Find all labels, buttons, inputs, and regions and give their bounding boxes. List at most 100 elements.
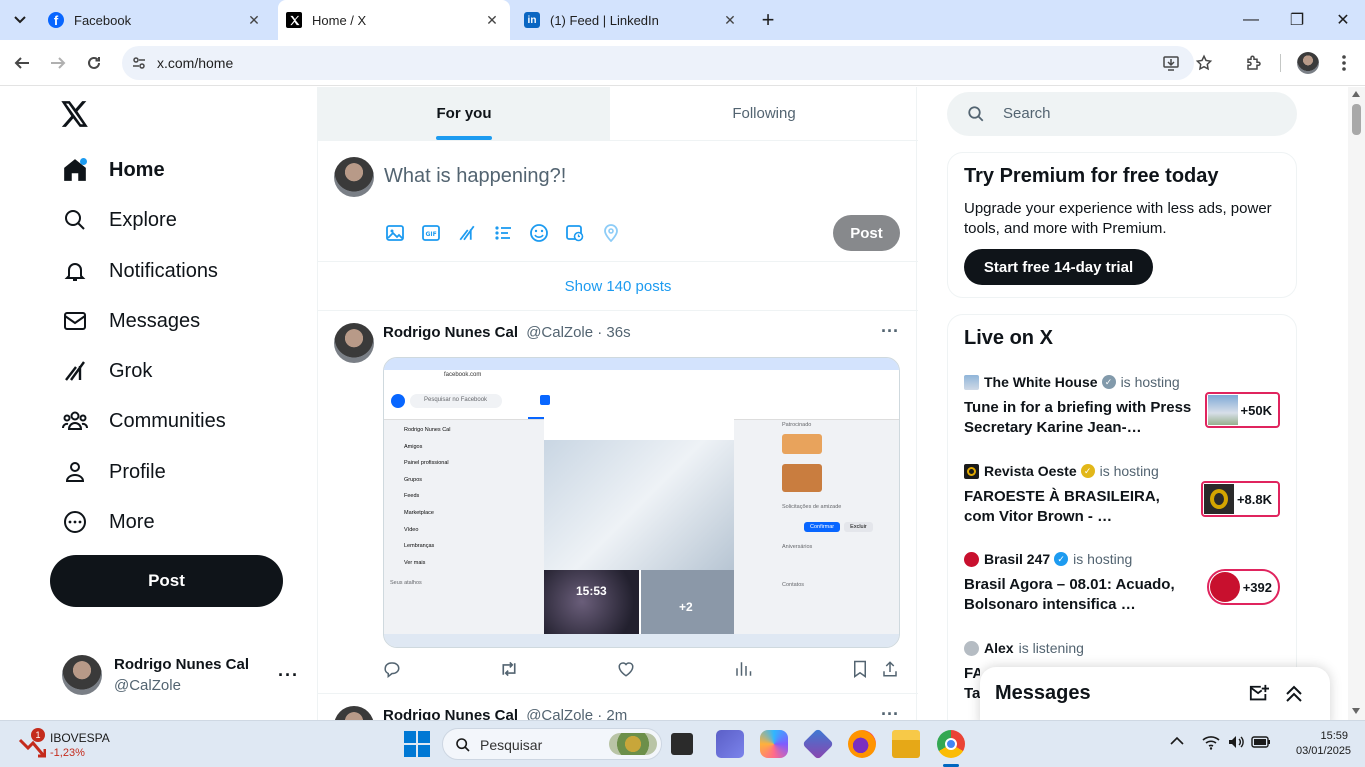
avatar[interactable] — [334, 706, 374, 720]
tweet[interactable]: Rodrigo Nunes Cal @CalZole · 2m ··· — [318, 694, 918, 720]
nav-explore[interactable]: Explore — [60, 200, 177, 240]
scrollbar-thumb[interactable] — [1352, 104, 1361, 135]
brasil247-avatar — [964, 551, 979, 567]
back-button[interactable] — [7, 48, 37, 78]
nav-home[interactable]: Home — [60, 150, 165, 190]
copilot-app-icon[interactable] — [802, 728, 834, 760]
tab-for-you[interactable]: For you — [318, 87, 610, 140]
bookmark-star-button[interactable] — [1189, 48, 1219, 78]
tweet-media-screenshot[interactable]: facebook.com Pesquisar no Facebook Rodri… — [383, 357, 900, 648]
file-explorer-icon[interactable] — [892, 730, 920, 758]
nav-notifications[interactable]: Notifications — [60, 251, 218, 291]
copilot-icon[interactable] — [760, 730, 788, 758]
repost-icon[interactable] — [498, 658, 520, 680]
tweet[interactable]: Rodrigo Nunes Cal @CalZole · 36s ··· fac… — [318, 311, 918, 693]
avatar[interactable] — [334, 323, 374, 363]
new-message-icon[interactable] — [1248, 684, 1270, 704]
task-view-icon[interactable] — [671, 733, 693, 755]
media-icon[interactable] — [384, 222, 406, 244]
taskbar-search[interactable]: Pesquisar — [442, 728, 662, 760]
close-icon[interactable]: ✕ — [246, 12, 262, 28]
nav-messages[interactable]: Messages — [60, 301, 200, 341]
verified-badge-icon: ✓ — [1101, 375, 1116, 389]
firefox-icon[interactable] — [848, 730, 876, 758]
reload-button[interactable] — [79, 48, 109, 78]
listener-count: +392 — [1242, 579, 1272, 595]
share-icon[interactable] — [879, 658, 901, 680]
address-bar[interactable]: x.com/home — [122, 46, 1194, 80]
nav-grok[interactable]: Grok — [60, 351, 152, 391]
nav-more[interactable]: More — [60, 502, 155, 542]
embedded-sidebar-item: Vídeo — [404, 526, 419, 533]
chrome-icon[interactable] — [937, 730, 965, 758]
close-icon[interactable]: ✕ — [722, 12, 738, 28]
battery-icon[interactable] — [1251, 735, 1271, 749]
listener-count-badge: +392 — [1206, 569, 1280, 605]
show-new-posts[interactable]: Show 140 posts — [318, 262, 918, 310]
close-icon[interactable]: ✕ — [484, 12, 500, 28]
embedded-addressbar: facebook.com — [384, 370, 899, 384]
forward-button[interactable] — [43, 48, 73, 78]
more-dots-icon[interactable]: ··· — [881, 321, 899, 342]
tab-following[interactable]: Following — [610, 87, 918, 140]
new-tab-button[interactable]: + — [756, 7, 780, 32]
live-item[interactable]: Brasil 247 ✓ is hosting Brasil Agora – 0… — [964, 550, 1284, 620]
close-window-button[interactable]: ✕ — [1320, 0, 1365, 40]
account-switcher[interactable]: Rodrigo Nunes Cal @CalZole ··· — [52, 647, 307, 703]
tab-search-dropdown[interactable] — [8, 8, 32, 32]
tab-facebook[interactable]: f Facebook ✕ — [40, 0, 272, 40]
composer-input[interactable]: What is happening?! — [384, 165, 566, 188]
schedule-icon[interactable] — [564, 222, 586, 244]
author-name[interactable]: Rodrigo Nunes Cal — [383, 324, 518, 341]
poll-icon[interactable] — [492, 222, 514, 244]
search-input[interactable]: Search — [947, 92, 1297, 136]
profile-avatar[interactable] — [1297, 52, 1319, 74]
like-icon[interactable] — [615, 658, 637, 680]
embedded-delete-button: Excluir — [844, 522, 873, 532]
bookmark-icon[interactable] — [849, 658, 871, 680]
x-logo[interactable] — [61, 101, 91, 129]
tab-linkedin[interactable]: in (1) Feed | LinkedIn ✕ — [516, 0, 748, 40]
chrome-menu-button[interactable] — [1329, 48, 1359, 78]
bell-icon — [60, 256, 90, 286]
scroll-up-arrow[interactable] — [1352, 91, 1360, 97]
gif-icon[interactable]: GIF — [420, 222, 442, 244]
start-button[interactable] — [404, 731, 430, 757]
composer-post-button[interactable]: Post — [833, 215, 900, 251]
install-app-icon[interactable] — [1162, 54, 1180, 72]
live-item[interactable]: The White House ✓ is hosting Tune in for… — [964, 373, 1284, 443]
live-item[interactable]: Revista Oeste ✓ is hosting FAROESTE À BR… — [964, 462, 1284, 532]
extensions-button[interactable] — [1239, 48, 1269, 78]
volume-icon[interactable] — [1227, 734, 1245, 750]
search-highlight-image — [609, 733, 657, 755]
author-name[interactable]: Rodrigo Nunes Cal — [383, 707, 518, 720]
views-icon[interactable] — [732, 658, 754, 680]
tab-x-home[interactable]: Home / X ✕ — [278, 0, 510, 40]
avatar — [62, 655, 102, 695]
envelope-icon — [60, 306, 90, 336]
grok-icon[interactable] — [456, 222, 478, 244]
restore-button[interactable]: ❐ — [1274, 0, 1320, 40]
more-dots-icon[interactable]: ··· — [881, 704, 899, 720]
embedded-search: Pesquisar no Facebook — [410, 394, 502, 408]
stock-widget[interactable]: 1 IBOVESPA -1,23% — [14, 726, 124, 762]
scroll-down-arrow[interactable] — [1352, 708, 1360, 714]
wifi-icon[interactable] — [1202, 734, 1220, 750]
teams-icon[interactable] — [716, 730, 744, 758]
post-button[interactable]: Post — [50, 555, 283, 607]
emoji-icon[interactable] — [528, 222, 550, 244]
nav-label: More — [109, 510, 155, 533]
reply-icon[interactable] — [381, 658, 403, 680]
show-hidden-icons-button[interactable] — [1170, 735, 1184, 745]
nav-profile[interactable]: Profile — [60, 452, 166, 492]
taskbar-search-placeholder: Pesquisar — [480, 737, 543, 753]
messages-drawer[interactable]: Messages — [980, 667, 1330, 720]
collapse-up-icon[interactable] — [1284, 684, 1304, 704]
premium-trial-button[interactable]: Start free 14-day trial — [964, 249, 1153, 285]
nav-communities[interactable]: Communities — [60, 401, 226, 441]
x-logo-icon — [61, 101, 88, 127]
clock[interactable]: 15:59 03/01/2025 — [1296, 729, 1351, 759]
minimize-button[interactable]: — — [1228, 0, 1274, 40]
site-settings-icon[interactable] — [131, 55, 147, 71]
page-scrollbar[interactable] — [1348, 87, 1365, 720]
